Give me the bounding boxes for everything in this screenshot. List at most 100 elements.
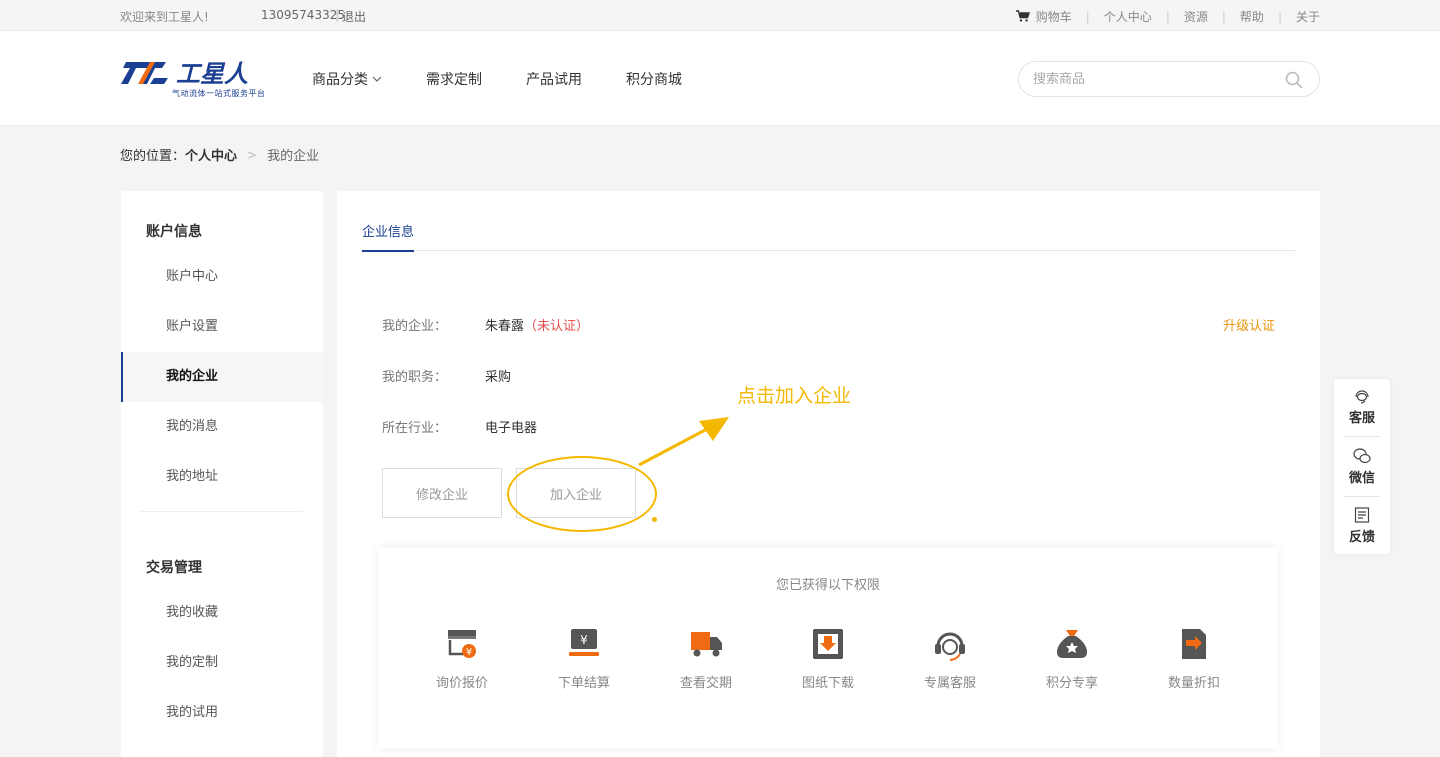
float-label: 微信 — [1348, 471, 1375, 486]
main-nav: 商品分类 需求定制 产品试用 积分商城 — [312, 69, 726, 89]
float-label: 客服 — [1348, 411, 1375, 426]
unverified-badge: （未认证） — [524, 319, 590, 334]
download-icon — [813, 629, 843, 659]
float-wechat[interactable]: 微信 — [1334, 439, 1390, 497]
sidebar-item-account-settings[interactable]: 账户设置 — [121, 302, 323, 352]
sidebar-group-trade: 交易管理 — [146, 560, 202, 576]
perm-label: 数量折扣 — [1167, 676, 1220, 691]
perm-volume-discount: 数量折扣 — [1149, 626, 1239, 691]
perm-inquiry: ¥ 询价报价 — [417, 626, 507, 691]
sidebar-item-account-center[interactable]: 账户中心 — [121, 252, 323, 302]
search-box — [1018, 61, 1320, 97]
breadcrumb-prefix: 您的位置： — [120, 149, 186, 164]
company-value: 朱春露（未认证） — [485, 315, 589, 334]
sidebar-group-account: 账户信息 — [146, 224, 202, 240]
wechat-icon — [1353, 448, 1371, 464]
perm-label: 图纸下载 — [801, 676, 854, 691]
storefront-icon: ¥ — [448, 630, 476, 658]
cart-link[interactable]: 购物车 — [1015, 8, 1072, 25]
nav-category-label: 商品分类 — [312, 72, 368, 88]
resources-link[interactable]: 资源 — [1184, 8, 1208, 25]
perm-label: 积分专享 — [1045, 676, 1098, 691]
divider: | — [1277, 9, 1282, 24]
payment-icon: ¥ — [569, 629, 599, 656]
sidebar-divider — [141, 511, 303, 512]
top-bar: 欢迎来到工星人! 13095743325 | 退出 购物车 | 个人中心 | 资… — [0, 0, 1440, 31]
logout-link[interactable]: 退出 — [342, 8, 366, 25]
sidebar-item-my-company[interactable]: 我的企业 — [121, 352, 323, 402]
top-links: 购物车 | 个人中心 | 资源 | 帮助 | 关于 — [1015, 8, 1320, 25]
industry-value: 电子电器 — [485, 421, 538, 436]
search-icon[interactable] — [1285, 71, 1303, 89]
annotation-dot — [652, 517, 657, 522]
breadcrumb-current: 我的企业 — [267, 149, 320, 164]
welcome-text: 欢迎来到工星人! — [120, 10, 209, 24]
edit-company-button[interactable]: 修改企业 — [382, 468, 502, 518]
nav-category[interactable]: 商品分类 — [312, 69, 382, 89]
sidebar-item-messages[interactable]: 我的消息 — [121, 402, 323, 452]
perm-label: 下单结算 — [557, 676, 610, 691]
breadcrumb-user-center[interactable]: 个人中心 — [185, 145, 237, 164]
help-link[interactable]: 帮助 — [1240, 8, 1264, 25]
cart-icon — [1015, 10, 1030, 22]
upgrade-verify-link[interactable]: 升级认证 — [1223, 315, 1275, 334]
float-customer-service[interactable]: 客服 — [1334, 379, 1390, 437]
float-divider — [1344, 436, 1380, 437]
truck-icon — [691, 632, 722, 657]
permissions-title: 您已获得以下权限 — [775, 578, 880, 593]
document-arrow-icon — [1182, 629, 1206, 659]
main-panel: 企业信息 我的企业： 朱春露（未认证） 升级认证 我的职务： 采购 所在行业： … — [337, 191, 1320, 757]
nav-custom[interactable]: 需求定制 — [426, 69, 482, 89]
user-center-link[interactable]: 个人中心 — [1104, 8, 1152, 25]
perm-drawing-download: 图纸下载 — [783, 626, 873, 691]
divider: | — [1165, 9, 1170, 24]
nav-points-mall[interactable]: 积分商城 — [626, 69, 682, 89]
breadcrumb-arrow: > — [247, 147, 258, 162]
sidebar-item-customizations[interactable]: 我的定制 — [121, 638, 323, 688]
float-feedback[interactable]: 反馈 — [1334, 498, 1390, 556]
header: 工星人 气动流体一站式服务平台 商品分类 需求定制 产品试用 积分商城 — [0, 31, 1440, 126]
floating-service-bar: 客服 微信 反馈 — [1334, 379, 1390, 554]
cart-label: 购物车 — [1035, 10, 1072, 24]
svg-text:¥: ¥ — [466, 647, 472, 658]
headset-icon — [935, 632, 965, 661]
annotation-text: 点击加入企业 — [737, 385, 852, 407]
feedback-icon — [1354, 507, 1370, 523]
position-label: 我的职务： — [382, 370, 448, 385]
headset-icon — [1355, 390, 1369, 404]
tab-bar: 企业信息 — [362, 221, 1295, 252]
separator: | — [335, 8, 340, 22]
sidebar-item-addresses[interactable]: 我的地址 — [121, 452, 323, 502]
join-company-button[interactable]: 加入企业 — [516, 468, 636, 518]
nav-trial[interactable]: 产品试用 — [526, 69, 582, 89]
float-label: 反馈 — [1348, 530, 1375, 545]
user-phone: 13095743325 — [261, 8, 345, 22]
perm-dedicated-service: 专属客服 — [905, 626, 995, 691]
svg-text:工星人: 工星人 — [176, 60, 248, 88]
search-input[interactable] — [1033, 70, 1273, 88]
permissions-panel: 您已获得以下权限 ¥ 询价报价 ¥ 下单结算 查看交期 图纸下载 专属客服 积分… — [378, 548, 1278, 748]
industry-label: 所在行业： — [382, 421, 448, 436]
sidebar-item-favorites[interactable]: 我的收藏 — [121, 588, 323, 638]
perm-label: 查看交期 — [679, 676, 732, 691]
company-name: 朱春露 — [485, 319, 525, 334]
tab-company-info[interactable]: 企业信息 — [362, 221, 415, 252]
logo-icon: 工星人 — [121, 60, 248, 88]
perm-checkout: ¥ 下单结算 — [539, 626, 629, 691]
divider: | — [1085, 9, 1090, 24]
svg-text:¥: ¥ — [580, 633, 588, 647]
sidebar-item-trials[interactable]: 我的试用 — [121, 688, 323, 738]
float-divider — [1344, 496, 1380, 497]
perm-label: 专属客服 — [923, 676, 976, 691]
site-logo[interactable]: 工星人 气动流体一站式服务平台 — [120, 59, 272, 101]
breadcrumb: 您的位置： 个人中心 > 我的企业 — [120, 145, 320, 165]
perm-label: 询价报价 — [435, 676, 488, 691]
divider: | — [1221, 9, 1226, 24]
about-link[interactable]: 关于 — [1296, 8, 1320, 25]
annotation-arrow-icon — [638, 417, 729, 467]
money-bag-icon — [1057, 630, 1087, 658]
sidebar: 账户信息 账户中心 账户设置 我的企业 我的消息 我的地址 交易管理 我的收藏 … — [121, 191, 323, 757]
perm-points: 积分专享 — [1027, 626, 1117, 691]
position-value: 采购 — [485, 370, 512, 385]
perm-delivery: 查看交期 — [661, 626, 751, 691]
